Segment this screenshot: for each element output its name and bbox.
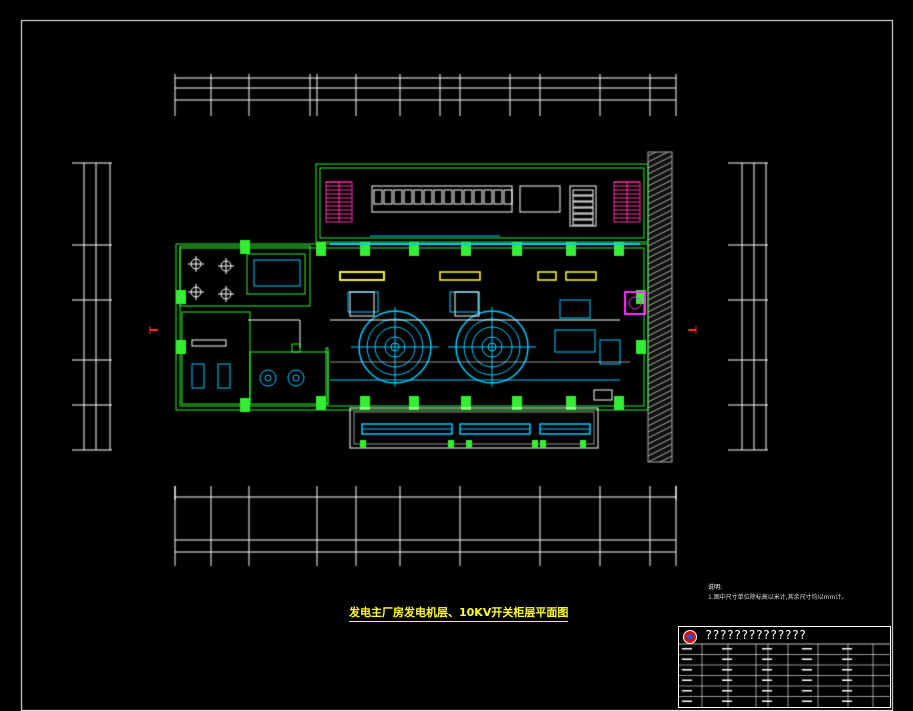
notes-heading: 说明: [708, 584, 723, 591]
title-block: ?????????????? [678, 626, 891, 708]
company-name: ?????????????? [705, 628, 807, 642]
drawing-title: 发电主厂房发电机层、10KV开关柜层平面图 [349, 604, 569, 622]
drawing-notes: 说明: 1.图中尺寸单位除标高以米计,其余尺寸均以mm计。 [708, 583, 847, 603]
company-logo-icon [683, 630, 697, 644]
notes-line: 1.图中尺寸单位除标高以米计,其余尺寸均以mm计。 [708, 594, 848, 601]
